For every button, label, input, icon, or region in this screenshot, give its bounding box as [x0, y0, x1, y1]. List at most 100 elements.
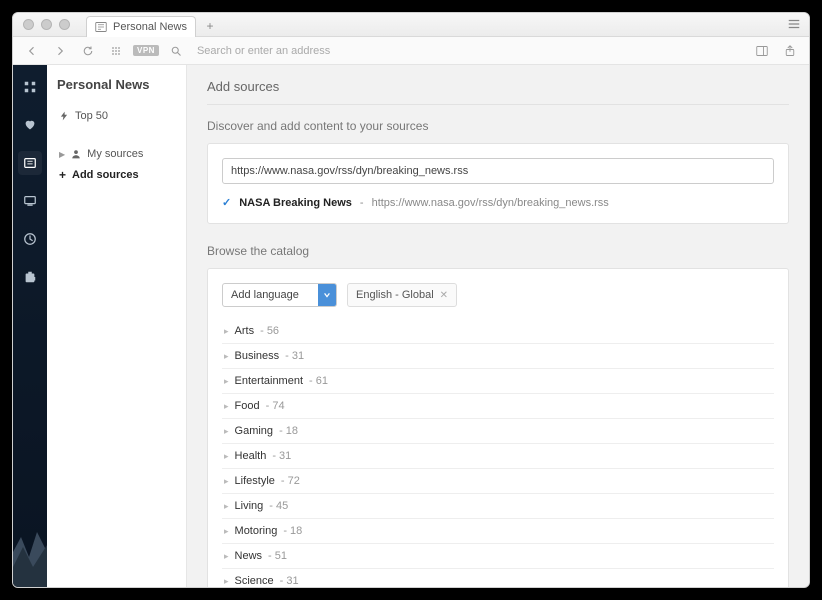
chevron-right-icon: ▸ — [224, 426, 229, 437]
vpn-badge[interactable]: VPN — [133, 45, 159, 56]
close-window-button[interactable] — [23, 19, 34, 30]
category-name: Food — [235, 400, 260, 412]
category-count: - 18 — [279, 425, 298, 437]
category-row[interactable]: ▸ Business - 31 — [222, 344, 774, 369]
chevron-right-icon: ▶ — [59, 150, 65, 159]
category-row[interactable]: ▸ Arts - 56 — [222, 319, 774, 344]
rail-history[interactable] — [18, 227, 42, 251]
sidebar-item-my-sources[interactable]: ▶ My sources — [57, 144, 176, 164]
category-count: - 56 — [260, 325, 279, 337]
titlebar: Personal News + — [13, 13, 809, 37]
category-count: - 51 — [268, 550, 287, 562]
tab-title: Personal News — [113, 21, 187, 33]
search-icon — [165, 41, 187, 61]
sidebar: Personal News Top 50 ▶ My sources + Add … — [47, 65, 187, 587]
wallpaper-decoration — [13, 497, 47, 587]
speed-dial-button[interactable] — [105, 41, 127, 61]
category-row[interactable]: ▸ Gaming - 18 — [222, 419, 774, 444]
result-sep: - — [360, 197, 364, 209]
category-name: Science — [235, 575, 274, 587]
category-name: Lifestyle — [235, 475, 275, 487]
category-row[interactable]: ▸Health - 31 — [222, 444, 774, 469]
chevron-right-icon: ▸ — [224, 526, 229, 537]
new-tab-button[interactable]: + — [196, 16, 224, 36]
remove-chip-icon[interactable]: ✕ — [440, 290, 448, 301]
category-count: - 31 — [285, 350, 304, 362]
discover-title: Discover and add content to your sources — [207, 119, 789, 133]
chip-label: English - Global — [356, 289, 434, 301]
dropdown-label: Add language — [223, 289, 318, 301]
category-name: News — [235, 550, 263, 562]
category-name: Motoring — [235, 525, 278, 537]
reload-button[interactable] — [77, 41, 99, 61]
category-name: Arts — [235, 325, 255, 337]
category-name: Business — [235, 350, 280, 362]
category-row[interactable]: ▸ Food - 74 — [222, 394, 774, 419]
chevron-right-icon: ▸ — [224, 576, 229, 587]
category-name: Health — [235, 450, 267, 462]
chevron-down-icon — [318, 284, 336, 306]
category-row[interactable]: ▸ Living - 45 — [222, 494, 774, 519]
toolbar: VPN Search or enter an address — [13, 37, 809, 65]
search-result[interactable]: ✓ NASA Breaking News - https://www.nasa.… — [222, 196, 774, 209]
category-count: - 61 — [309, 375, 328, 387]
category-row[interactable]: ▸Lifestyle - 72 — [222, 469, 774, 494]
source-url-input[interactable] — [222, 158, 774, 184]
page-title: Add sources — [207, 79, 789, 94]
category-name: Entertainment — [235, 375, 303, 387]
sidebar-item-label: My sources — [87, 148, 143, 160]
chevron-right-icon: ▸ — [224, 501, 229, 512]
maximize-window-button[interactable] — [59, 19, 70, 30]
forward-button[interactable] — [49, 41, 71, 61]
newspaper-icon — [95, 21, 107, 33]
app-menu-button[interactable] — [787, 17, 801, 31]
sidebar-item-add-sources[interactable]: + Add sources — [57, 164, 176, 186]
filter-row: Add language English - Global ✕ — [222, 283, 774, 307]
plus-icon: + — [59, 168, 66, 182]
category-row[interactable]: ▸News - 51 — [222, 544, 774, 569]
back-button[interactable] — [21, 41, 43, 61]
category-row[interactable]: ▸ Science - 31 — [222, 569, 774, 587]
category-row[interactable]: ▸ Motoring - 18 — [222, 519, 774, 544]
app-window: Personal News + VPN Search or enter an a… — [12, 12, 810, 588]
category-count: - 72 — [281, 475, 300, 487]
result-name: NASA Breaking News — [239, 197, 352, 209]
content: Personal News Top 50 ▶ My sources + Add … — [13, 65, 809, 587]
rail-flow[interactable] — [18, 189, 42, 213]
catalog-card: Add language English - Global ✕ ▸ Arts - … — [207, 268, 789, 587]
window-controls — [13, 19, 80, 30]
divider — [207, 104, 789, 105]
main-pane: Add sources Discover and add content to … — [187, 65, 809, 587]
category-list: ▸Arts - 56▸Business - 31▸Entertainment -… — [222, 319, 774, 587]
browse-title: Browse the catalog — [207, 244, 789, 258]
checkmark-icon: ✓ — [222, 196, 231, 209]
result-url: https://www.nasa.gov/rss/dyn/breaking_ne… — [372, 197, 609, 209]
sidebar-item-label: Add sources — [72, 169, 139, 181]
rail-speed-dial[interactable] — [18, 75, 42, 99]
chevron-right-icon: ▸ — [224, 326, 229, 337]
share-button[interactable] — [779, 41, 801, 61]
sidebar-item-top50[interactable]: Top 50 — [57, 106, 176, 126]
category-name: Living — [235, 500, 264, 512]
language-chip[interactable]: English - Global ✕ — [347, 283, 457, 307]
address-bar[interactable]: Search or enter an address — [193, 45, 745, 57]
chevron-right-icon: ▸ — [224, 451, 229, 462]
sidebar-toggle-button[interactable] — [751, 41, 773, 61]
category-count: - 18 — [283, 525, 302, 537]
rail-news[interactable] — [18, 151, 42, 175]
category-name: Gaming — [235, 425, 274, 437]
category-count: - 74 — [266, 400, 285, 412]
rail-extensions[interactable] — [18, 265, 42, 289]
category-count: - 31 — [280, 575, 299, 587]
person-icon — [71, 149, 81, 159]
browser-tab[interactable]: Personal News — [86, 16, 196, 37]
icon-rail — [13, 65, 47, 587]
chevron-right-icon: ▸ — [224, 351, 229, 362]
category-count: - 45 — [269, 500, 288, 512]
tabstrip: Personal News + — [86, 13, 224, 36]
minimize-window-button[interactable] — [41, 19, 52, 30]
category-row[interactable]: ▸Entertainment - 61 — [222, 369, 774, 394]
rail-favorites[interactable] — [18, 113, 42, 137]
chevron-right-icon: ▸ — [224, 401, 229, 412]
language-dropdown[interactable]: Add language — [222, 283, 337, 307]
